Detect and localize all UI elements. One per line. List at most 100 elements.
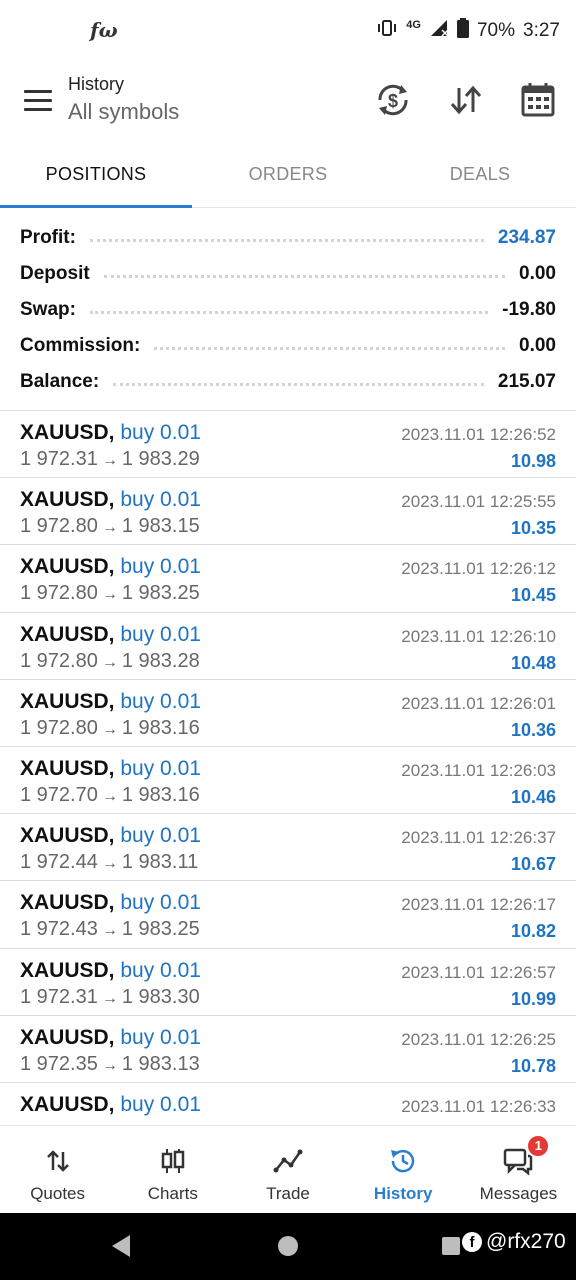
- account-summary: Profit: 234.87 Deposit 0.00 Swap: -19.80…: [0, 220, 576, 400]
- position-side-volume: buy 0.01: [120, 891, 201, 915]
- history-clock-icon: [388, 1146, 418, 1176]
- dotted-leader: [154, 346, 506, 350]
- list-item[interactable]: XAUUSD, buy 0.01 1 972.80 → 1 983.25 2023.11…: [0, 545, 576, 613]
- symbol: XAUUSD,: [20, 1092, 115, 1116]
- trend-line-icon: [273, 1146, 303, 1176]
- dotted-leader: [89, 238, 484, 242]
- position-profit: 10.35: [510, 518, 556, 539]
- price-range: 1 972.70 → 1 983.16: [20, 784, 200, 807]
- arrow-right-icon: →: [101, 922, 118, 940]
- symbol: XAUUSD,: [20, 622, 115, 646]
- recent-apps-icon[interactable]: [442, 1237, 460, 1255]
- summary-value: 0.00: [519, 263, 556, 284]
- tab-deals[interactable]: DEALS: [384, 148, 576, 207]
- nav-quotes[interactable]: Quotes: [0, 1126, 115, 1213]
- symbol: XAUUSD,: [20, 555, 115, 579]
- position-title: XAUUSD, buy 0.01: [20, 690, 201, 714]
- calendar-icon[interactable]: [518, 80, 558, 120]
- nav-history[interactable]: History: [346, 1126, 461, 1213]
- dotted-leader: [103, 274, 506, 278]
- list-item[interactable]: XAUUSD, buy 0.01 1 972.31 → 1 983.30 2023.11…: [0, 949, 576, 1016]
- tab-positions[interactable]: POSITIONS: [0, 148, 192, 208]
- menu-icon[interactable]: [24, 90, 52, 112]
- home-icon[interactable]: [278, 1236, 298, 1256]
- price-range: 1 972.80 → 1 983.25: [20, 582, 200, 605]
- position-profit: 10.48: [510, 652, 556, 673]
- close-time: 2023.11.01 12:26:25: [401, 1029, 556, 1049]
- open-price: 1 972.80: [20, 515, 98, 538]
- position-title: XAUUSD, buy 0.01: [20, 824, 201, 848]
- network-type: 4G: [406, 19, 421, 31]
- summary-label: Balance:: [20, 371, 100, 392]
- arrow-right-icon: →: [101, 452, 118, 469]
- close-price: 1 983.25: [121, 582, 200, 605]
- positions-list[interactable]: XAUUSD, buy 0.01 1 972.31 → 1 983.29 2023.11…: [0, 411, 576, 1125]
- close-time: 2023.11.01 12:26:37: [401, 828, 556, 848]
- open-price: 1 972.80: [20, 716, 98, 739]
- open-price: 1 972.35: [20, 1052, 98, 1075]
- currency-refresh-icon[interactable]: $: [373, 80, 413, 120]
- position-profit: 10.45: [510, 585, 556, 606]
- position-profit: 10.78: [510, 1055, 556, 1076]
- summary-value: 215.07: [497, 371, 556, 392]
- nav-messages[interactable]: 1 Messages: [461, 1126, 576, 1213]
- symbol: XAUUSD,: [20, 488, 115, 512]
- header-title-block[interactable]: History All symbols: [68, 74, 179, 125]
- position-side-volume: buy 0.01: [120, 1092, 201, 1116]
- close-time: 2023.11.01 12:26:33: [401, 1096, 556, 1116]
- arrow-right-icon: →: [101, 653, 118, 671]
- symbol: XAUUSD,: [20, 689, 115, 713]
- close-time: 2023.11.01 12:26:17: [401, 895, 556, 915]
- sort-icon[interactable]: [446, 80, 486, 120]
- nav-label: Messages: [479, 1184, 558, 1203]
- signal-icon: [429, 18, 449, 44]
- close-price: 1 983.11: [121, 851, 199, 874]
- nav-charts[interactable]: Charts: [115, 1126, 230, 1213]
- battery-icon: [456, 18, 469, 44]
- candlestick-icon: [158, 1146, 188, 1176]
- open-price: 1 972.80: [20, 582, 98, 605]
- list-item[interactable]: XAUUSD, buy 0.01 1 972.44 → 1 983.11 2023.11…: [0, 814, 576, 882]
- arrow-right-icon: →: [101, 1056, 118, 1074]
- list-item[interactable]: XAUUSD, buy 0.01 1 972.80 → 1 983.28 2023.11…: [0, 613, 576, 680]
- position-profit: 10.67: [510, 854, 556, 875]
- dotted-leader: [89, 310, 489, 314]
- list-item[interactable]: XAUUSD, buy 0.01 1 972.43 → 1 983.25 2023.11…: [0, 881, 576, 949]
- position-title: XAUUSD, buy 0.01: [20, 488, 201, 512]
- nav-label: History: [373, 1184, 433, 1203]
- system-navigation-bar: f @rfx270: [0, 1213, 576, 1280]
- close-price: 1 983.13: [121, 1052, 200, 1075]
- close-time: 2023.11.01 12:25:55: [401, 492, 556, 512]
- close-time: 2023.11.01 12:26:12: [401, 559, 556, 579]
- facebook-icon: f: [462, 1232, 482, 1252]
- summary-swap: Swap: -19.80: [0, 292, 576, 328]
- position-profit: 10.99: [510, 988, 556, 1009]
- price-range: 1 972.80 → 1 983.28: [20, 650, 200, 673]
- close-price: 1 983.15: [121, 515, 200, 538]
- symbol: XAUUSD,: [20, 824, 115, 848]
- close-price: 1 983.16: [121, 716, 200, 739]
- list-item[interactable]: XAUUSD, buy 0.01 1 972.80 → 1 983.15 2023.11…: [0, 478, 576, 546]
- svg-text:$: $: [388, 91, 398, 111]
- list-item[interactable]: XAUUSD, buy 0.01 1 972.80 → 1 983.16 2023.11…: [0, 680, 576, 747]
- list-item[interactable]: XAUUSD, buy 0.01 1 972.35 → 1 983.13 2023.11…: [0, 1016, 576, 1083]
- symbol: XAUUSD,: [20, 891, 115, 915]
- list-item[interactable]: XAUUSD, buy 0.01 2023.11.01 12:26:33: [0, 1083, 576, 1125]
- battery-level: 70%: [476, 20, 516, 41]
- price-range: 1 972.35 → 1 983.13: [20, 1053, 200, 1076]
- open-price: 1 972.43: [20, 918, 98, 941]
- position-title: XAUUSD, buy 0.01: [20, 421, 201, 445]
- status-bar: fω 4G 70% 3:27: [0, 0, 576, 62]
- open-price: 1 972.31: [20, 985, 98, 1008]
- list-item[interactable]: XAUUSD, buy 0.01 1 972.31 → 1 983.29 2023.11…: [0, 411, 576, 479]
- tab-orders[interactable]: ORDERS: [192, 148, 384, 207]
- close-price: 1 983.30: [121, 985, 200, 1008]
- list-item[interactable]: XAUUSD, buy 0.01 1 972.70 → 1 983.16 2023.11…: [0, 747, 576, 815]
- summary-commission: Commission: 0.00: [0, 328, 576, 364]
- nav-trade[interactable]: Trade: [230, 1126, 345, 1213]
- position-side-volume: buy 0.01: [120, 555, 201, 579]
- position-side-volume: buy 0.01: [120, 756, 201, 780]
- back-icon[interactable]: [112, 1235, 130, 1257]
- unread-badge: 1: [526, 1134, 551, 1158]
- symbol-filter[interactable]: All symbols: [68, 99, 179, 125]
